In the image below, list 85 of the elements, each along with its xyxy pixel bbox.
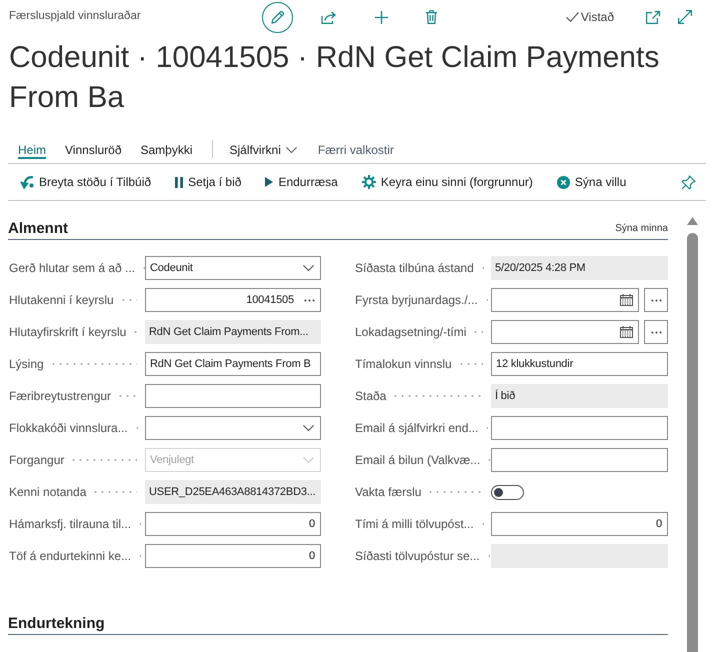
ellipsis-icon[interactable] xyxy=(304,298,315,302)
field-label: Email á bilun (Valkvæ... xyxy=(355,452,480,469)
curved-arrow-icon xyxy=(19,174,34,190)
dotted-leader xyxy=(458,362,483,366)
field-label: Færibreytustrengur xyxy=(9,388,112,405)
field-label: Lokadagsetning/-tími xyxy=(355,324,466,341)
field-label: Tími á milli tölvupóst... xyxy=(355,516,474,533)
toolbar-action[interactable]: Keyra einu sinni (forgrunnur) xyxy=(362,173,533,191)
plus-icon[interactable] xyxy=(375,10,388,24)
toolbar-action[interactable]: Endurræsa xyxy=(265,173,338,191)
dotted-leader xyxy=(117,394,137,398)
field-label: Síðasta tilbúna ástand xyxy=(355,260,474,277)
field-label: Staða xyxy=(355,388,386,405)
show-less-link[interactable]: Sýna minna xyxy=(615,223,668,235)
play-icon xyxy=(265,177,274,187)
dropdown-field[interactable]: Codeunit xyxy=(145,256,321,280)
diagonal-arrows-icon[interactable] xyxy=(678,10,692,24)
toolbar-action[interactable]: Sýna villu xyxy=(556,173,626,191)
box-arrow-icon[interactable] xyxy=(646,10,660,24)
field-label: Kenni notanda xyxy=(9,484,86,501)
dropdown-field[interactable] xyxy=(145,416,321,440)
field-label: Síðasti tölvupóstur se... xyxy=(355,548,480,565)
toggle-switch[interactable] xyxy=(491,484,524,500)
scrollbar-thumb[interactable] xyxy=(687,233,698,652)
field-label: Forgangur xyxy=(9,452,64,469)
fewer-options-link[interactable]: Færri valkostir xyxy=(318,143,394,159)
scroll-up-icon[interactable] xyxy=(687,217,698,225)
dotted-leader xyxy=(427,490,483,494)
dotted-leader xyxy=(70,458,137,462)
read-only-field: 5/20/2025 4:28 PM xyxy=(491,256,668,280)
number-field[interactable]: 0 xyxy=(145,512,321,536)
read-only-field: Í bið xyxy=(491,384,668,408)
lookup-field[interactable]: 10041505 xyxy=(145,288,321,312)
pencil-icon xyxy=(270,10,284,24)
number-field[interactable]: 0 xyxy=(145,544,321,568)
number-field[interactable]: 0 xyxy=(491,512,668,536)
field-label: Fyrsta byrjunardags./... xyxy=(355,292,478,309)
more-button[interactable] xyxy=(644,320,668,344)
input-field[interactable] xyxy=(491,416,668,440)
read-only-field: USER_D25EA463A8814372BD3... xyxy=(145,480,321,504)
input-field[interactable] xyxy=(145,384,321,408)
toolbar-action[interactable]: Setja í bið xyxy=(175,173,242,191)
breadcrumb[interactable]: Færsluspjald vinnsluraðar xyxy=(9,8,262,26)
input-field[interactable] xyxy=(491,448,668,472)
field-label: Hlutayfirskrift í keyrslu xyxy=(9,324,126,341)
page-title: Codeunit · 10041505 · RdN Get Claim Payments From Ba xyxy=(8,40,660,116)
chevron-down-icon[interactable] xyxy=(286,147,297,153)
dotted-leader xyxy=(92,490,137,494)
gear-icon xyxy=(362,175,376,189)
field-label: Flokkakóði vinnslura... xyxy=(9,420,128,437)
field-label: Lýsing xyxy=(9,356,44,373)
save-status: Vistað xyxy=(580,9,614,26)
ellipsis-icon[interactable] xyxy=(650,330,662,334)
pause-icon xyxy=(175,176,184,188)
more-button[interactable] xyxy=(644,288,668,312)
input-field[interactable]: RdN Get Claim Payments From B xyxy=(145,352,321,376)
date-field[interactable] xyxy=(491,320,639,344)
trash-icon[interactable] xyxy=(426,10,437,24)
read-only-field: RdN Get Claim Payments From... xyxy=(145,320,321,344)
ellipsis-icon[interactable] xyxy=(650,298,662,302)
section-title[interactable]: Endurtekning xyxy=(8,614,105,634)
toolbar-action[interactable]: Breyta stöðu í Tilbúið xyxy=(19,173,152,191)
field-label: Vakta færslu xyxy=(355,484,422,501)
edit-button[interactable] xyxy=(262,2,293,32)
check-icon xyxy=(566,12,579,22)
tab[interactable]: Heim xyxy=(18,143,46,159)
field-label: Hámarksfj. tilrauna til... xyxy=(9,516,132,533)
section-title[interactable]: Almennt xyxy=(8,219,68,239)
share-icon[interactable] xyxy=(321,10,336,24)
calendar-icon[interactable] xyxy=(620,326,633,338)
pin-icon[interactable] xyxy=(681,174,696,190)
menu-tab[interactable]: Sjálfvirkni xyxy=(230,143,297,159)
chevron-down-icon[interactable] xyxy=(303,425,314,431)
tab[interactable]: Vinnsluröð xyxy=(65,143,122,159)
field-label: Gerð hlutar sem á að ... xyxy=(9,260,136,277)
date-field[interactable] xyxy=(491,288,639,312)
input-field[interactable]: 12 klukkustundir xyxy=(491,352,668,376)
field-label: Tímalokun vinnslu xyxy=(355,356,452,373)
field-label: Email á sjálfvirkri end... xyxy=(355,420,478,437)
calendar-icon[interactable] xyxy=(620,294,633,306)
chevron-down-icon[interactable] xyxy=(303,265,314,271)
error-icon xyxy=(556,176,570,188)
tab[interactable]: Samþykki xyxy=(140,143,193,159)
field-label: Hlutakenni í keyrslu xyxy=(9,292,114,309)
field-label: Töf á endurtekinni ke... xyxy=(9,548,132,565)
